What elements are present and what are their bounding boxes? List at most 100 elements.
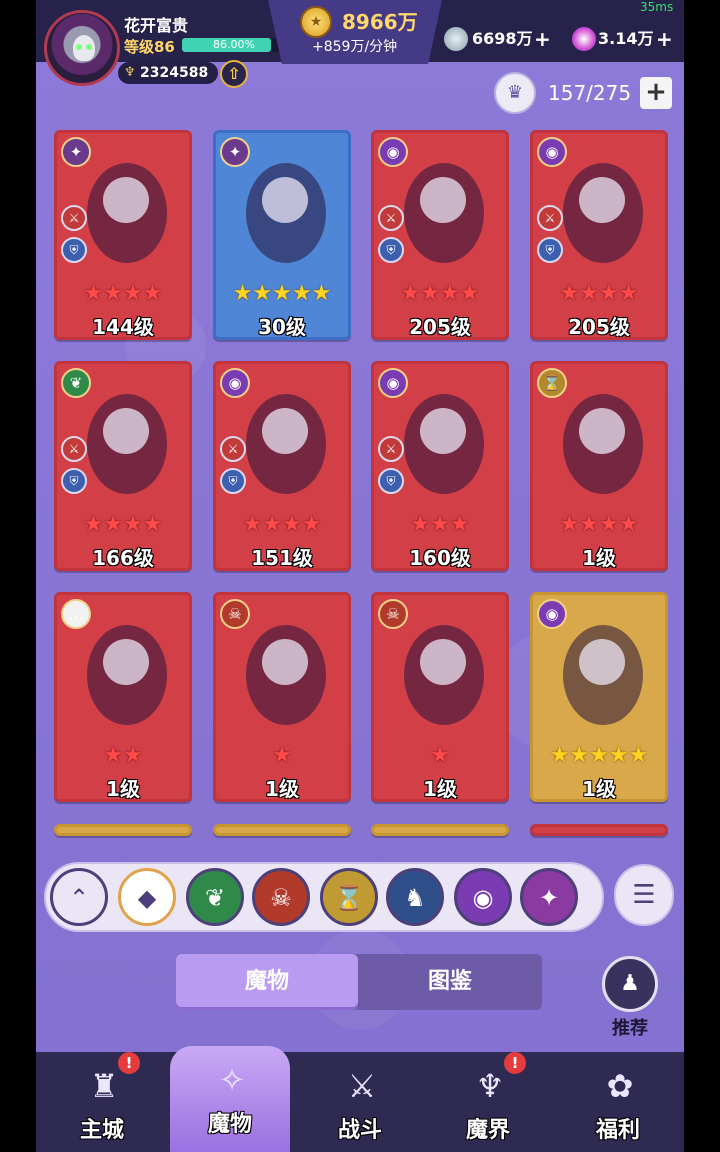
nav-item[interactable]: ⚔ 战斗 [300,1052,420,1152]
filter-swirl-button[interactable]: ✦ [520,868,578,926]
monster-level: 30级 [258,315,306,339]
tab-codex[interactable]: 图鉴 [358,954,542,1010]
monster-level: 1级 [423,777,457,801]
star-rating: ★★★★★ [232,281,332,306]
sun-swirl-icon: ✦ [220,137,250,167]
silver-add-icon[interactable]: + [534,26,551,52]
nav-item[interactable]: ✿ 福利 [558,1052,678,1152]
leaf-icon: ❦ [61,368,91,398]
notification-badge: ! [118,1052,140,1074]
monster-level: 1级 [265,777,299,801]
recommend-button[interactable]: ♟ [602,956,658,1012]
monster-level: 166级 [92,546,154,570]
silver-coin-icon [444,27,468,51]
crystal-add-icon[interactable]: + [656,26,673,52]
star-rating: ★★★★ [83,512,163,537]
monster-card[interactable]: … ★★ 1级 [54,592,192,802]
eye-icon: ◉ [537,599,567,629]
monster-card[interactable]: ◉ ⚔ ⛨ ★★★★ 151级 [213,361,351,571]
monster-level: 144级 [92,315,154,339]
notification-badge: ! [504,1052,526,1074]
monster-count: 157/275 [548,81,632,105]
power-trident-icon: ♆ [124,65,136,80]
monster-card[interactable]: ✦ ⚔ ⛨ ★★★★ 144级 [54,130,192,340]
monster-face [103,177,149,223]
nav-label: 福利 [595,1118,640,1143]
monster-card[interactable]: ❦ ⚔ ⛨ ★★★★ 166级 [54,361,192,571]
attack-role-icon: ⚔ [220,436,246,462]
filter-all-button[interactable]: ◆ [118,868,176,926]
demon-mask-icon: ☠ [378,599,408,629]
monster-card[interactable]: ☠ ★ 1级 [371,592,509,802]
monster-level: 205级 [409,315,471,339]
nav-item[interactable]: ♆! 魔界 [428,1052,548,1152]
gift-chest-icon: ✿ [606,1067,634,1105]
sort-button[interactable]: ☰ [614,864,674,926]
filter-demon-button[interactable]: ☠ [252,868,310,926]
gold-coin-icon: ★ [300,6,332,38]
monster-face [103,639,149,685]
star-rating: ★ [430,743,450,768]
monster-card[interactable]: ◉ ⚔ ⛨ ★★★ 160级 [371,361,509,571]
monster-card-partial[interactable] [371,824,509,836]
crystal-resource[interactable]: 3.14万 + [572,26,682,52]
monster-card[interactable]: ◉ ★★★★★ 1级 [530,592,668,802]
team-icon: ♟ [620,971,640,996]
attack-role-icon: ⚔ [61,436,87,462]
monster-card[interactable]: ⌛ ★★★★ 1级 [530,361,668,571]
monster-card[interactable]: ✦ ★★★★★ 30级 [213,130,351,340]
monster-face [103,408,149,454]
crystal-star-icon [572,27,596,51]
upgrade-arrow-button[interactable]: ⇧ [220,60,248,88]
monster-card-partial[interactable] [530,824,668,836]
silver-resource[interactable]: 6698万 + [444,26,554,52]
eye-icon: ◉ [378,368,408,398]
star-rating: ★ [272,743,292,768]
defense-role-icon: ⛨ [537,237,563,263]
nav-label: 魔界 [465,1118,510,1143]
defense-role-icon: ⛨ [378,237,404,263]
defense-role-icon: ⛨ [378,468,404,494]
attack-role-icon: ⚔ [378,205,404,231]
nav-item[interactable]: ♜! 主城 [42,1052,162,1152]
monster-face [579,639,625,685]
filter-time-button[interactable]: ⌛ [320,868,378,926]
star-rating: ★★★★ [83,281,163,306]
monster-card-partial[interactable] [54,824,192,836]
monster-face [262,408,308,454]
nav-label: 战斗 [337,1118,382,1143]
filter-nature-button[interactable]: ❦ [186,868,244,926]
collapse-filters-button[interactable]: ⌃ [50,868,108,926]
ping-indicator: 35ms [640,0,674,14]
expand-capacity-button[interactable]: + [640,77,672,109]
star-rating: ★★★★ [400,281,480,306]
attack-role-icon: ⚔ [61,205,87,231]
monster-card-partial[interactable] [213,824,351,836]
monster-face [579,177,625,223]
filter-dragon-button[interactable]: ♞ [386,868,444,926]
gold-amount: 8966万 [342,10,418,34]
nav-item[interactable]: ✧ 魔物 [170,1046,290,1152]
filter-eye-button[interactable]: ◉ [454,868,512,926]
avatar-eye-left [76,44,82,50]
defense-role-icon: ⛨ [61,237,87,263]
combat-power[interactable]: ♆ 2324588 [118,62,218,84]
monster-card[interactable]: ☠ ★ 1级 [213,592,351,802]
nav-label: 魔物 [207,1112,252,1137]
monster-card[interactable]: ◉ ⚔ ⛨ ★★★★ 205级 [530,130,668,340]
game-screen: 花开富贵 等级86 86.00% ♆ 2324588 ⇧ ★ 8966万 +85… [36,0,684,1152]
monster-face [420,639,466,685]
crystal-amount: 3.14万 [598,29,654,48]
xp-bar: 86.00% [182,38,286,52]
monster-card[interactable]: ◉ ⚔ ⛨ ★★★★ 205级 [371,130,509,340]
xp-percent: 86.00% [213,38,255,51]
monster-level: 1级 [582,777,616,801]
sun-swirl-icon: ✦ [61,137,91,167]
monster-face [262,639,308,685]
tab-monsters[interactable]: 魔物 [176,954,358,1010]
attack-role-icon: ⚔ [537,205,563,231]
hourglass-icon: ⌛ [537,368,567,398]
player-avatar[interactable] [44,10,120,86]
monster-level: 205级 [568,315,630,339]
monster-face [420,177,466,223]
